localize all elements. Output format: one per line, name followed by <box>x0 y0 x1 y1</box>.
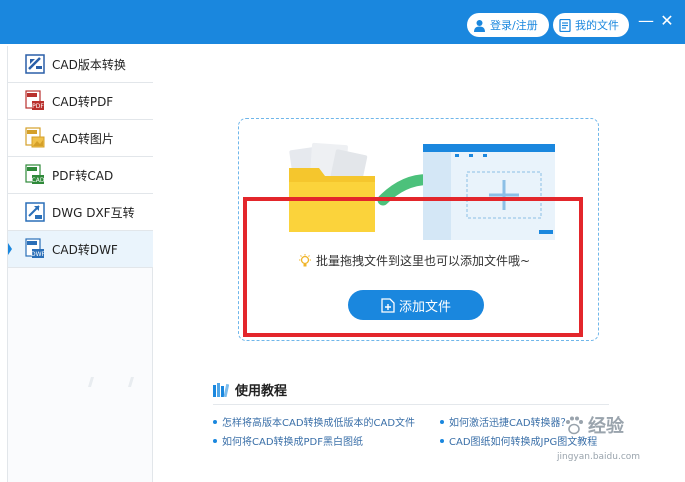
tutorial-title: 使用教程 <box>235 384 288 399</box>
tutorial-link[interactable]: 怎样将高版本CAD转换成低版本的CAD文件 <box>213 414 415 429</box>
lightbulb-icon <box>299 253 311 266</box>
tutorial-link-text: 如何激活迅捷CAD转换器？ <box>449 418 571 429</box>
bullet-icon <box>440 438 444 443</box>
svg-text:DWF: DWF <box>31 251 46 258</box>
sidebar-item-cad-to-dwf[interactable]: DWF CAD转DWF <box>8 231 153 268</box>
close-button[interactable]: ✕ <box>660 12 674 30</box>
user-icon <box>474 19 485 32</box>
sidebar-item-label: CAD转图片 <box>52 131 114 146</box>
drag-to-window-illustration <box>289 142 555 240</box>
watermark-text: 经验 <box>588 416 624 437</box>
tutorial-link[interactable]: 如何将CAD转换成PDF黑白图纸 <box>213 433 363 448</box>
pdf-to-cad-icon: CAD <box>25 164 45 184</box>
folder-icon <box>289 168 375 232</box>
login-register-button[interactable]: 登录/注册 <box>467 13 549 37</box>
app-window-icon <box>423 144 555 240</box>
title-bar: 登录/注册 我的文件 — ✕ <box>0 0 685 44</box>
sidebar-item-label: PDF转CAD <box>52 168 114 183</box>
tutorial-link-text: 怎样将高版本CAD转换成低版本的CAD文件 <box>222 418 416 429</box>
sidebar: CAD版本转换 PDF CAD转PDF CAD转图片 CAD PDF转CAD D… <box>7 46 153 482</box>
dwg-dxf-convert-icon <box>25 202 45 222</box>
document-icon <box>559 18 571 32</box>
svg-text:CAD: CAD <box>32 177 45 184</box>
login-register-label: 登录/注册 <box>490 19 538 32</box>
minimize-button[interactable]: — <box>638 12 654 30</box>
add-file-button[interactable]: 添加文件 <box>348 290 484 320</box>
sidebar-item-pdf-to-cad[interactable]: CAD PDF转CAD <box>8 157 153 194</box>
cad-to-image-icon <box>25 127 45 148</box>
tutorial-link-text: 如何将CAD转换成PDF黑白图纸 <box>222 437 364 448</box>
tutorial-divider <box>213 404 609 405</box>
sidebar-decoration <box>88 377 134 387</box>
drag-hint-text: 批量拖拽文件到这里也可以添加文件哦~ <box>316 254 531 268</box>
bullet-icon <box>213 419 217 424</box>
drag-hint: 批量拖拽文件到这里也可以添加文件哦~ <box>298 252 530 269</box>
add-file-icon <box>381 297 395 313</box>
sidebar-item-cad-version-convert[interactable]: CAD版本转换 <box>8 46 153 83</box>
books-icon <box>213 382 229 397</box>
sidebar-item-label: CAD版本转换 <box>52 57 126 72</box>
sidebar-item-label: CAD转DWF <box>52 242 118 257</box>
add-file-label: 添加文件 <box>398 299 451 315</box>
bullet-icon <box>213 438 217 443</box>
bullet-icon <box>440 419 444 424</box>
watermark-logo: 经验 <box>563 412 624 438</box>
paw-icon <box>566 416 583 435</box>
sidebar-item-label: DWG DXF互转 <box>52 205 135 220</box>
cad-to-pdf-icon: PDF <box>25 90 44 110</box>
watermark-url: jingyan.baidu.com <box>557 452 641 462</box>
cad-to-dwf-icon: DWF <box>25 238 46 258</box>
sidebar-item-dwg-dxf-convert[interactable]: DWG DXF互转 <box>8 194 153 231</box>
sidebar-item-cad-to-pdf[interactable]: PDF CAD转PDF <box>8 83 153 120</box>
my-files-label: 我的文件 <box>575 19 619 32</box>
sidebar-item-label: CAD转PDF <box>52 94 114 109</box>
svg-text:PDF: PDF <box>32 103 44 110</box>
cad-version-convert-icon <box>25 54 45 74</box>
my-files-button[interactable]: 我的文件 <box>553 13 629 37</box>
sidebar-item-cad-to-image[interactable]: CAD转图片 <box>8 120 153 157</box>
tutorial-link[interactable]: 如何激活迅捷CAD转换器？ <box>440 414 571 429</box>
tutorial-header: 使用教程 <box>213 380 287 399</box>
